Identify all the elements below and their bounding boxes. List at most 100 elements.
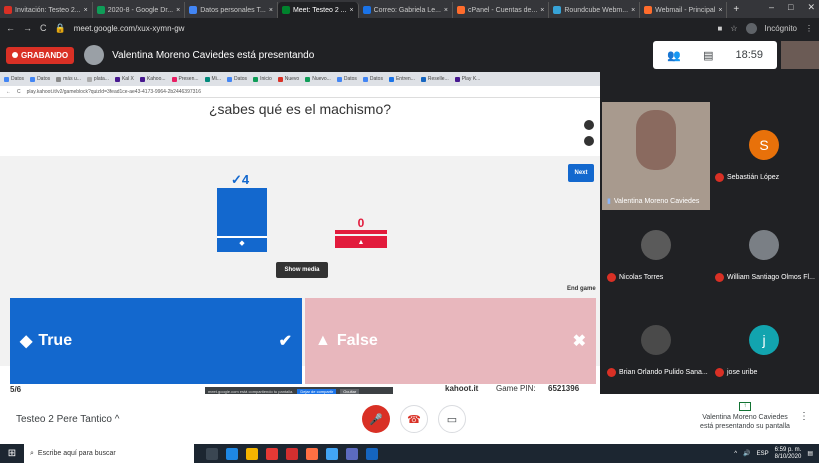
edge-icon[interactable] [226, 447, 238, 460]
fullscreen-icon[interactable] [584, 120, 594, 130]
inner-tab-favicon-icon [86, 76, 92, 82]
tab-close-icon[interactable]: × [540, 7, 544, 14]
minimize-button[interactable]: – [769, 2, 774, 13]
participant-tile[interactable]: William Santiago Olmos Fl... [710, 222, 818, 287]
tray-chevron-icon[interactable]: ^ [734, 451, 737, 457]
next-button[interactable]: Next [568, 164, 594, 182]
menu-icon[interactable]: ⋮ [805, 24, 813, 33]
camera-button[interactable]: ▭ [438, 405, 466, 433]
tab-close-icon[interactable]: × [631, 7, 635, 14]
app-icon-2[interactable] [346, 447, 358, 460]
firefox-icon[interactable] [306, 447, 318, 460]
answer-true[interactable]: ◆ True ✔ [10, 298, 302, 384]
inner-tab-favicon-icon [4, 76, 9, 82]
browser-tab[interactable]: Roundcube Webm... × [549, 2, 641, 18]
browser-tab[interactable]: Datos personales T... × [185, 2, 278, 18]
participant-name: Sebastián López [715, 173, 779, 182]
participant-name: jose uribe [715, 368, 757, 377]
participant-tile[interactable]: ▮ Valentina Moreno Caviedes [602, 102, 710, 210]
tab-favicon-icon [96, 6, 105, 14]
reload-icon[interactable]: C [40, 23, 47, 33]
inner-tab-label: Datos [369, 76, 383, 82]
meeting-name[interactable]: Testeo 2 Pere Tantico ^ [16, 414, 119, 425]
tab-label: 2020-8 - Google Dr... [107, 6, 174, 14]
tab-close-icon[interactable]: × [84, 7, 88, 14]
inner-tab: Nuevo [277, 76, 299, 82]
language-indicator[interactable]: ESP [757, 451, 769, 457]
participant-name: Brian Orlando Pulido Sana... [607, 368, 708, 377]
tab-favicon-icon [553, 6, 562, 14]
participants-icon[interactable]: 👥 [667, 49, 681, 62]
tab-close-icon[interactable]: × [269, 7, 273, 14]
inner-tab-favicon-icon [139, 76, 145, 82]
maximize-button[interactable]: □ [788, 2, 793, 13]
presenter-avatar [84, 45, 105, 65]
participant-name-text: Brian Orlando Pulido Sana... [619, 369, 708, 376]
mic-muted-icon [715, 368, 724, 377]
file-explorer-icon[interactable] [246, 447, 258, 460]
forward-icon[interactable]: → [23, 23, 32, 33]
end-game-button[interactable]: End game [567, 286, 596, 292]
browser-tab[interactable]: Webmail - Principal × [640, 2, 728, 18]
leave-call-button[interactable]: ☎ [400, 405, 428, 433]
tab-close-icon[interactable]: × [350, 7, 354, 14]
browser-tab[interactable]: cPanel - Cuentas de... × [453, 2, 550, 18]
self-view-thumbnail[interactable] [781, 41, 819, 69]
presenting-text: Valentina Moreno Caviedes está presentan… [112, 49, 315, 61]
correct-count: ✓4 [231, 172, 250, 187]
sound-icon[interactable] [584, 136, 594, 146]
inner-tab-label: Play K... [461, 76, 481, 82]
chevron-up-icon: ^ [114, 414, 120, 425]
url-field[interactable]: meet.google.com/xux-xymn-gw [74, 24, 185, 33]
mic-off-button[interactable]: 🎤 [362, 405, 390, 433]
back-icon[interactable]: ← [6, 23, 15, 33]
notifications-icon[interactable]: ▤ [807, 450, 813, 457]
participant-tile[interactable]: j jose uribe [710, 317, 818, 382]
volume-icon[interactable]: 🔊 [743, 450, 750, 457]
inner-tab: Presen... [171, 76, 199, 82]
more-options-icon[interactable]: ⋮ [799, 411, 809, 422]
chrome-icon[interactable] [266, 447, 278, 460]
new-tab-button[interactable]: + [733, 4, 739, 15]
inner-tab-favicon-icon [204, 76, 210, 82]
tab-favicon-icon [4, 6, 12, 14]
browser-tab[interactable]: Invitación: Testeo 2... × [0, 2, 93, 18]
task-view-icon[interactable] [206, 447, 218, 460]
inner-tab-label: Mi... [211, 76, 221, 82]
participant-name: Nicolas Torres [607, 273, 663, 282]
participant-tile[interactable]: Brian Orlando Pulido Sana... [602, 317, 710, 382]
participant-tile[interactable]: S Sebastián López [710, 122, 818, 187]
tab-close-icon[interactable]: × [718, 7, 722, 14]
windows-start-icon[interactable]: ⊞ [0, 444, 24, 463]
browser-tab[interactable]: 2020-8 - Google Dr... × [93, 2, 186, 18]
word-icon[interactable] [366, 447, 378, 460]
browser-tab[interactable]: Correo: Gabriela Le... × [359, 2, 454, 18]
inner-tab-label: Entren... [395, 76, 415, 82]
close-window-button[interactable]: ✕ [807, 2, 815, 13]
inner-tab-favicon-icon [305, 76, 311, 82]
inner-tab: Reselle... [420, 76, 449, 82]
participant-tile[interactable]: Nicolas Torres [602, 222, 710, 287]
presenting-subtitle: está presentando su pantalla [700, 423, 790, 430]
camera-icon[interactable]: ■ [718, 24, 723, 33]
clock[interactable]: 6:59 p. m. 8/10/2020 [775, 447, 802, 461]
inner-tab-favicon-icon [388, 76, 394, 82]
presentation-status[interactable]: ↑ Valentina Moreno Caviedes está present… [690, 402, 800, 431]
show-media-button[interactable]: Show media [276, 262, 328, 278]
phone-hangup-icon: ☎ [407, 413, 421, 426]
inner-url: play.kahoot.it/v2/gameblock?quizId=3fead… [26, 88, 201, 95]
app-icon[interactable] [326, 447, 338, 460]
inner-tab-label: Reselle... [427, 76, 449, 82]
diamond-icon: ◆ [239, 240, 245, 247]
tab-close-icon[interactable]: × [444, 7, 448, 14]
inner-tab: Datos [362, 76, 383, 82]
answer-false[interactable]: ▲ False ✖ [305, 298, 596, 384]
chat-icon[interactable]: ▤ [703, 49, 713, 62]
star-icon[interactable]: ☆ [730, 24, 737, 33]
acrobat-icon[interactable] [286, 447, 298, 460]
tab-close-icon[interactable]: × [176, 7, 180, 14]
browser-tab[interactable]: Meet: Testeo 2 ... × [277, 2, 359, 18]
taskbar-search[interactable]: ⌕ Escribe aquí para buscar [24, 444, 194, 463]
tab-favicon-icon [457, 6, 466, 14]
participant-name-text: William Santiago Olmos Fl... [727, 274, 815, 281]
